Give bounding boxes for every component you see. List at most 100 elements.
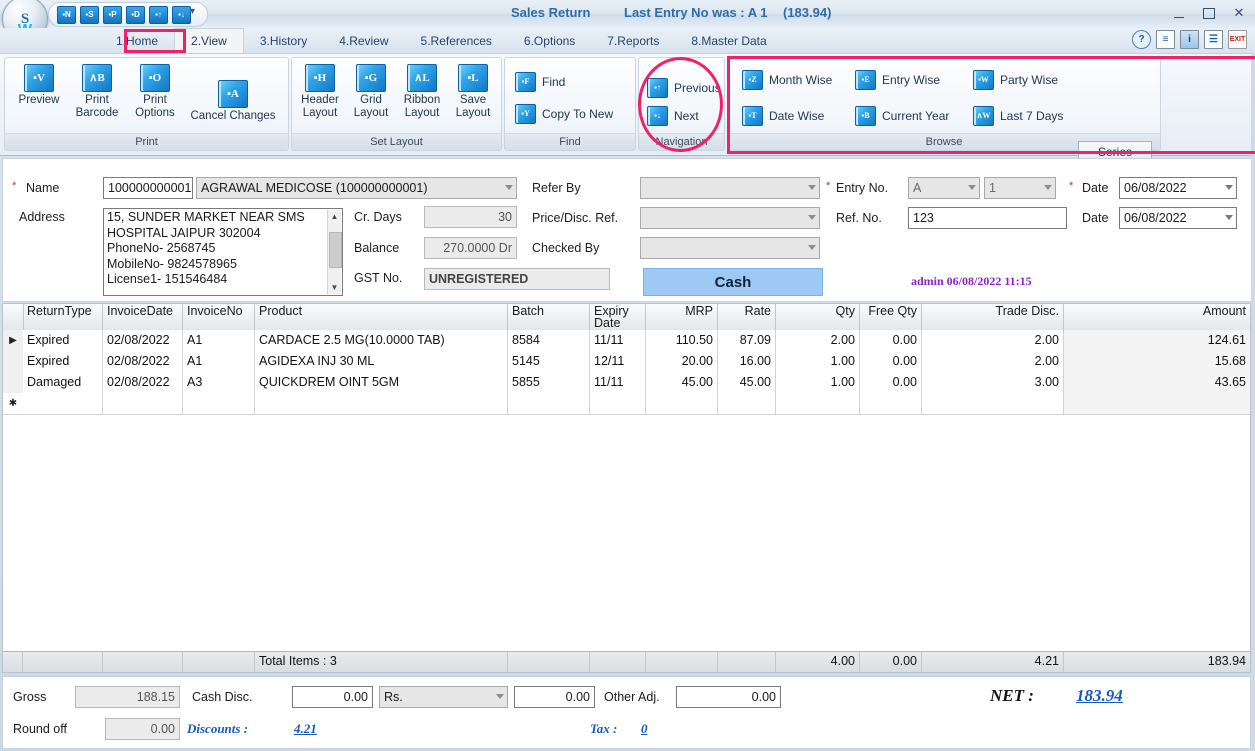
- cancel-changes-button[interactable]: ▪A Cancel Changes: [183, 62, 283, 123]
- table-row-new[interactable]: ✱: [3, 393, 1250, 415]
- exit-icon[interactable]: EXIT: [1228, 30, 1247, 49]
- cell-invoiceno[interactable]: A1: [183, 330, 255, 351]
- qat-delete-icon[interactable]: ▪D: [126, 5, 145, 24]
- cash-disc-field[interactable]: 0.00: [292, 686, 373, 708]
- cell-product[interactable]: CARDACE 2.5 MG(10.0000 TAB): [255, 330, 508, 351]
- help-icon[interactable]: ?: [1132, 30, 1151, 49]
- cell-product[interactable]: [255, 393, 508, 414]
- info-icon[interactable]: i: [1180, 30, 1199, 49]
- line-items-grid[interactable]: ReturnType InvoiceDate InvoiceNo Product…: [2, 303, 1251, 673]
- header-layout-button[interactable]: ▪H Header Layout: [294, 62, 346, 120]
- qat-new-icon[interactable]: ▪N: [57, 5, 76, 24]
- qat-dropdown-icon[interactable]: ▾: [190, 6, 195, 17]
- cell-invoicedate[interactable]: 02/08/2022: [103, 351, 183, 372]
- refer-by-chevron-down-icon[interactable]: [808, 185, 816, 190]
- cell-amount[interactable]: 43.65: [1064, 372, 1250, 393]
- about-icon[interactable]: ≡: [1156, 30, 1175, 49]
- entry-date-chevron-down-icon[interactable]: [1225, 185, 1233, 190]
- address-textarea[interactable]: 15, SUNDER MARKET NEAR SMS HOSPITAL JAIP…: [103, 208, 343, 296]
- tab-view[interactable]: 2.View: [174, 28, 244, 53]
- cell-tradedisc[interactable]: 2.00: [922, 351, 1064, 372]
- cell-returntype[interactable]: [23, 393, 103, 414]
- cash-disc-unit-chevron-down-icon[interactable]: [496, 694, 504, 699]
- entry-number-chevron-down-icon[interactable]: [1044, 185, 1052, 190]
- cell-product[interactable]: QUICKDREM OINT 5GM: [255, 372, 508, 393]
- cell-qty[interactable]: 1.00: [776, 372, 860, 393]
- cell-rate[interactable]: 45.00: [718, 372, 776, 393]
- tab-options[interactable]: 6.Options: [508, 28, 591, 53]
- cell-qty[interactable]: 2.00: [776, 330, 860, 351]
- tab-review[interactable]: 4.Review: [323, 28, 404, 53]
- cell-product[interactable]: AGIDEXA INJ 30 ML: [255, 351, 508, 372]
- cell-tradedisc[interactable]: [922, 393, 1064, 414]
- cell-expirydate[interactable]: [590, 393, 646, 414]
- maximize-button[interactable]: [1199, 4, 1219, 22]
- cell-qty[interactable]: [776, 393, 860, 414]
- qat-print-icon[interactable]: ▪P: [103, 5, 122, 24]
- cell-expirydate[interactable]: 11/11: [590, 330, 646, 351]
- cell-batch[interactable]: 5855: [508, 372, 590, 393]
- current-year-button[interactable]: ▪B Current Year: [855, 106, 949, 126]
- tab-home[interactable]: 1.Home: [100, 28, 174, 53]
- cell-batch[interactable]: 8584: [508, 330, 590, 351]
- cell-mrp[interactable]: 110.50: [646, 330, 718, 351]
- row-header[interactable]: [3, 351, 24, 373]
- previous-button[interactable]: ▪↑ Previous: [647, 78, 721, 98]
- cell-invoicedate[interactable]: [103, 393, 183, 414]
- cell-returntype[interactable]: Expired: [23, 330, 103, 351]
- table-row[interactable]: ▶ Expired 02/08/2022 A1 CARDACE 2.5 MG(1…: [3, 330, 1250, 377]
- grid-header-invoicedate[interactable]: InvoiceDate: [103, 304, 183, 330]
- grid-header-mrp[interactable]: MRP: [646, 304, 718, 330]
- save-layout-button[interactable]: ▪L Save Layout: [447, 62, 499, 120]
- cell-mrp[interactable]: 20.00: [646, 351, 718, 372]
- cell-rate[interactable]: 16.00: [718, 351, 776, 372]
- party-name-combo[interactable]: AGRAWAL MEDICOSE (100000000001): [196, 177, 517, 199]
- date-wise-button[interactable]: ▪T Date Wise: [742, 106, 824, 126]
- discounts-value[interactable]: 4.21: [294, 721, 317, 737]
- grid-header-tradedisc[interactable]: Trade Disc.: [922, 304, 1064, 330]
- last-7-days-button[interactable]: ∧W Last 7 Days: [973, 106, 1063, 126]
- cell-returntype[interactable]: Expired: [23, 351, 103, 372]
- cell-amount[interactable]: 124.61: [1064, 330, 1250, 351]
- close-button[interactable]: ✕: [1229, 4, 1249, 22]
- entry-no-series-combo[interactable]: A: [908, 177, 980, 199]
- grid-header-batch[interactable]: Batch: [508, 304, 590, 330]
- cash-button[interactable]: Cash: [643, 268, 823, 296]
- ref-no-field[interactable]: 123: [908, 207, 1067, 229]
- cell-freeqty[interactable]: [860, 393, 922, 414]
- cell-batch[interactable]: 5145: [508, 351, 590, 372]
- tab-references[interactable]: 5.References: [405, 28, 508, 53]
- address-scrollbar[interactable]: ▲ ▼: [327, 210, 342, 294]
- cell-expirydate[interactable]: 11/11: [590, 372, 646, 393]
- qat-down-icon[interactable]: ▪↓: [172, 5, 191, 24]
- cell-invoicedate[interactable]: 02/08/2022: [103, 372, 183, 393]
- print-barcode-button[interactable]: ∧B Print Barcode: [67, 62, 127, 120]
- refer-by-combo[interactable]: [640, 177, 820, 199]
- grid-header-expirydate[interactable]: Expiry Date: [590, 304, 646, 330]
- cell-freeqty[interactable]: 0.00: [860, 330, 922, 351]
- cell-expirydate[interactable]: 12/11: [590, 351, 646, 372]
- document-icon[interactable]: ☰: [1204, 30, 1223, 49]
- copy-to-new-button[interactable]: ▪Y Copy To New: [515, 104, 613, 124]
- next-button[interactable]: ▪↓ Next: [647, 106, 699, 126]
- table-row[interactable]: Damaged 02/08/2022 A3 QUICKDREM OINT 5GM…: [3, 372, 1250, 394]
- cell-mrp[interactable]: [646, 393, 718, 414]
- cash-disc-unit-combo[interactable]: Rs.: [379, 686, 508, 708]
- qat-up-icon[interactable]: ▪↑: [149, 5, 168, 24]
- cell-amount[interactable]: 15.68: [1064, 351, 1250, 372]
- row-header[interactable]: [3, 372, 24, 394]
- cell-freeqty[interactable]: 0.00: [860, 351, 922, 372]
- cash-disc-amount-field[interactable]: 0.00: [514, 686, 595, 708]
- grid-header-freeqty[interactable]: Free Qty: [860, 304, 922, 330]
- party-wise-button[interactable]: ▪W Party Wise: [973, 70, 1058, 90]
- month-wise-button[interactable]: ▪Z Month Wise: [742, 70, 832, 90]
- grid-header-product[interactable]: Product: [255, 304, 508, 330]
- tab-reports[interactable]: 7.Reports: [591, 28, 675, 53]
- price-disc-ref-combo[interactable]: [640, 207, 820, 229]
- print-options-button[interactable]: ▪O Print Options: [125, 62, 185, 120]
- find-button[interactable]: ▪F Find: [515, 72, 565, 92]
- ribbon-layout-button[interactable]: ∧L Ribbon Layout: [396, 62, 448, 120]
- checked-by-combo[interactable]: [640, 237, 820, 259]
- grid-layout-button[interactable]: ▪G Grid Layout: [345, 62, 397, 120]
- entry-series-chevron-down-icon[interactable]: [968, 185, 976, 190]
